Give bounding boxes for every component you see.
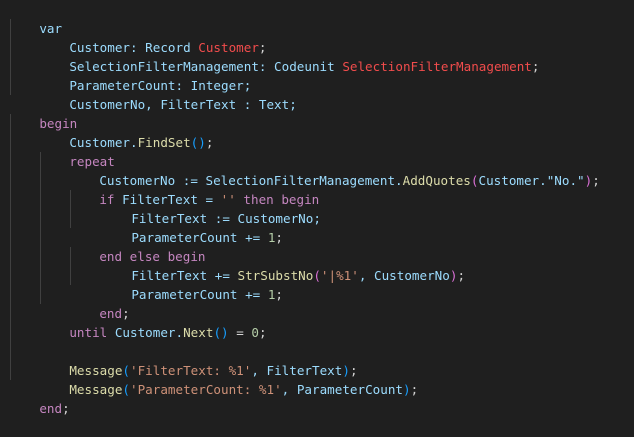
- code-line-17[interactable]: until Customer.Next() = 0;: [39, 304, 266, 340]
- close-paren: ): [221, 325, 229, 340]
- open-paren: (: [313, 268, 321, 283]
- string-literal: '|%1': [320, 268, 359, 283]
- semicolon: ;: [457, 268, 466, 283]
- field-reference: Customer."No.": [478, 173, 585, 188]
- code-line-3[interactable]: SelectionFilterManagement: Codeunit Sele…: [39, 38, 539, 74]
- code-line-10[interactable]: if FilterText = '' then begin: [69, 171, 319, 207]
- code-line-2[interactable]: Customer: Record Customer;: [39, 19, 266, 55]
- indent-guide: [10, 114, 11, 380]
- operator: =: [228, 325, 252, 340]
- code-line-16[interactable]: end;: [69, 285, 129, 321]
- code-line-20[interactable]: end;: [9, 380, 69, 416]
- string-literal: 'ParameterCount: %1': [130, 382, 282, 397]
- function-name: FindSet: [137, 135, 191, 150]
- semicolon: ;: [275, 287, 284, 302]
- code-line-12[interactable]: ParameterCount += 1;: [101, 209, 283, 245]
- semicolon: ;: [258, 325, 267, 340]
- semicolon: ;: [275, 230, 284, 245]
- code-line-1[interactable]: var: [9, 0, 62, 36]
- open-paren: (: [213, 325, 222, 340]
- code-line-18[interactable]: Message('FilterText: %1', FilterText);: [39, 342, 357, 378]
- function-name: AddQuotes: [402, 173, 471, 188]
- code-line-11[interactable]: FilterText := CustomerNo;: [101, 190, 321, 226]
- close-paren: ): [403, 382, 411, 397]
- code-line-4[interactable]: ParameterCount: Integer;: [39, 57, 251, 93]
- code-line-19[interactable]: Message('ParameterCount: %1', ParameterC…: [39, 361, 418, 397]
- code-line-9[interactable]: CustomerNo := SelectionFilterManagement.…: [69, 152, 599, 188]
- identifier: , ParameterCount: [281, 382, 403, 397]
- code-line-13[interactable]: end else begin: [69, 228, 205, 264]
- function-name: Next: [183, 325, 214, 340]
- code-line-8[interactable]: repeat: [39, 133, 115, 169]
- semicolon: ;: [531, 59, 540, 74]
- semicolon: ;: [205, 135, 214, 150]
- code-line-14[interactable]: FilterText += StrSubstNo('|%1', Customer…: [101, 247, 465, 283]
- function-name: Message: [69, 382, 123, 397]
- open-paren: (: [122, 382, 131, 397]
- code-line-5[interactable]: CustomerNo, FilterText : Text;: [39, 76, 296, 112]
- code-line-7[interactable]: Customer.FindSet();: [39, 114, 213, 150]
- semicolon: ;: [410, 382, 419, 397]
- close-paren: ): [198, 135, 206, 150]
- identifier: ParameterCount +=: [131, 287, 268, 302]
- identifier: Customer.: [107, 325, 184, 340]
- identifier: , CustomerNo: [358, 268, 450, 283]
- keyword-end: end: [39, 401, 63, 416]
- semicolon: ;: [62, 401, 70, 416]
- number-literal: 0: [251, 325, 259, 340]
- object-name: SelectionFilterManagement: [342, 59, 532, 74]
- variable-declaration: CustomerNo, FilterText : Text;: [69, 97, 297, 112]
- code-line-6[interactable]: begin: [9, 95, 77, 131]
- code-line-15[interactable]: ParameterCount += 1;: [101, 266, 283, 302]
- code-editor[interactable]: var Customer: Record Customer; Selection…: [0, 0, 634, 416]
- semicolon: ;: [592, 173, 600, 188]
- keyword-until: until: [69, 325, 108, 340]
